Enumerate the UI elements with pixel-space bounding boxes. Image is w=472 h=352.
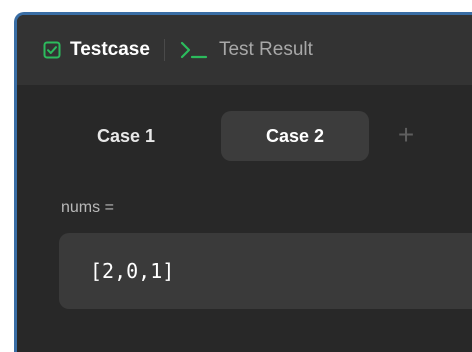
- param-value-nums: [2,0,1]: [90, 259, 175, 283]
- tab-testcase-label: Testcase: [70, 39, 150, 60]
- tab-test-result-label: Test Result: [218, 39, 313, 60]
- case-2-button[interactable]: Case 2: [221, 111, 369, 161]
- case-tabs: Case 1 Case 2 +: [17, 111, 472, 163]
- tab-test-result[interactable]: Test Result: [179, 39, 313, 61]
- param-input-nums[interactable]: [2,0,1]: [59, 233, 472, 309]
- testcase-panel: Testcase Test Result Case 1 Case 2 + num…: [14, 12, 472, 352]
- add-case-button[interactable]: +: [391, 111, 421, 161]
- page: Testcase Test Result Case 1 Case 2 + num…: [0, 0, 472, 352]
- panel-header: Testcase Test Result: [17, 15, 472, 85]
- checkbox-icon: [43, 41, 61, 59]
- param-label-nums: nums =: [61, 199, 114, 216]
- case-1-button[interactable]: Case 1: [78, 111, 174, 161]
- tab-testcase[interactable]: Testcase: [43, 39, 150, 61]
- terminal-icon: [179, 40, 209, 60]
- tab-divider: [163, 39, 165, 61]
